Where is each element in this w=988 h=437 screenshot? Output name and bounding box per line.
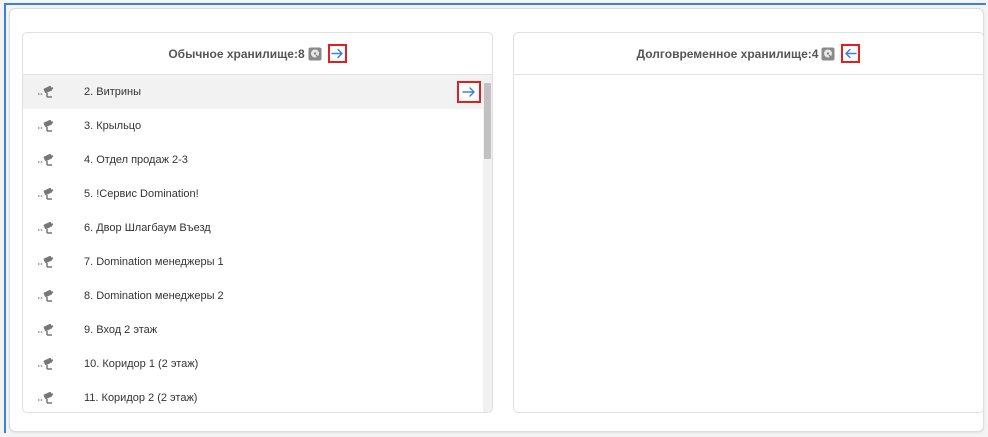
list-item-label: 4. Отдел продаж 2-3 (84, 154, 188, 166)
long-term-storage-header: Долговременное хранилище:4 (514, 33, 983, 75)
regular-storage-panel: Обычное хранилище:8 2. Витрины 3. Крыльц… (22, 32, 493, 413)
move-to-long-term-button[interactable] (457, 81, 481, 103)
camera-icon (37, 289, 55, 303)
list-item[interactable]: 3. Крыльцо (23, 109, 485, 143)
move-all-to-long-term-button[interactable] (327, 44, 347, 63)
camera-icon (37, 119, 55, 133)
list-item[interactable]: 11. Коридор 2 (2 этаж) (23, 381, 485, 412)
list-item[interactable]: 7. Domination менеджеры 1 (23, 245, 485, 279)
list-item-label: 2. Витрины (84, 86, 141, 98)
list-item-label: 11. Коридор 2 (2 этаж) (84, 392, 198, 404)
arrow-right-icon (462, 87, 475, 97)
arrow-right-icon (330, 48, 343, 59)
list-item-label: 5. !Сервис Domination! (84, 188, 199, 200)
list-item-label: 9. Вход 2 этаж (84, 324, 158, 336)
list-item-label: 10. Коридор 1 (2 этаж) (84, 358, 199, 370)
camera-icon (37, 357, 55, 371)
list-item[interactable]: 5. !Сервис Domination! (23, 177, 485, 211)
list-item[interactable]: 9. Вход 2 этаж (23, 313, 485, 347)
regular-storage-header: Обычное хранилище:8 (23, 33, 492, 75)
camera-icon (37, 323, 55, 337)
move-all-to-regular-button[interactable] (841, 44, 861, 63)
camera-icon (37, 153, 55, 167)
camera-icon (37, 85, 55, 99)
list-item[interactable]: 8. Domination менеджеры 2 (23, 279, 485, 313)
long-term-storage-title: Долговременное хранилище:4 (636, 46, 819, 61)
camera-icon (37, 255, 55, 269)
camera-icon (37, 221, 55, 235)
long-term-storage-camera-list[interactable] (514, 75, 983, 412)
list-scrollbar[interactable] (483, 75, 492, 412)
long-term-storage-panel: Долговременное хранилище:4 (513, 32, 984, 413)
list-item-label: 3. Крыльцо (84, 120, 142, 132)
list-item[interactable]: 10. Коридор 1 (2 этаж) (23, 347, 485, 381)
camera-icon (37, 187, 55, 201)
list-item[interactable]: 2. Витрины (23, 75, 485, 109)
regular-storage-camera-list[interactable]: 2. Витрины 3. Крыльцо 4. Отдел продаж 2-… (23, 75, 485, 412)
arrow-left-icon (845, 48, 858, 59)
scrollbar-thumb[interactable] (484, 83, 491, 159)
camera-icon (37, 391, 55, 405)
list-item[interactable]: 4. Отдел продаж 2-3 (23, 143, 485, 177)
hdd-icon (308, 47, 322, 61)
list-item-label: 7. Domination менеджеры 1 (84, 256, 224, 268)
hdd-icon (821, 47, 835, 61)
list-item[interactable]: 6. Двор Шлагбаум Въезд (23, 211, 485, 245)
list-item-label: 6. Двор Шлагбаум Въезд (84, 222, 211, 234)
regular-storage-title: Обычное хранилище:8 (168, 46, 305, 61)
list-item-label: 8. Domination менеджеры 2 (84, 290, 224, 302)
